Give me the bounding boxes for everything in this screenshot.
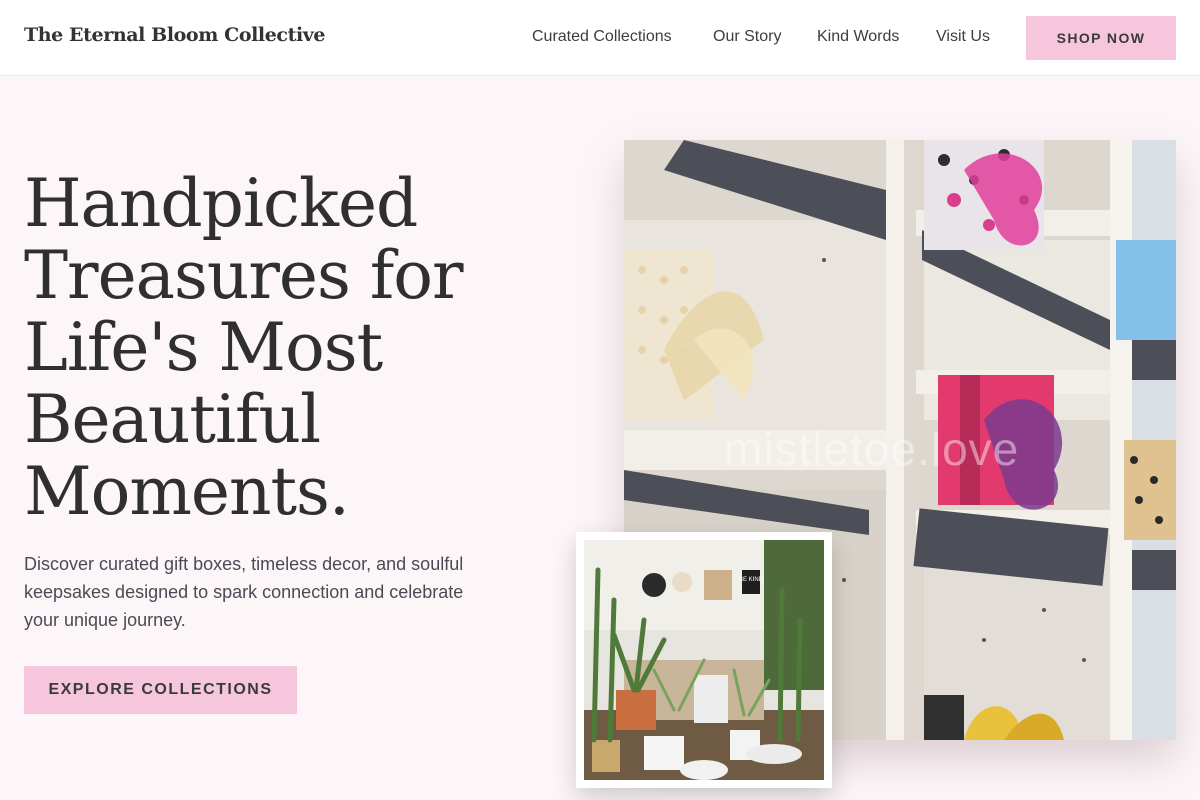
site-header: The Eternal Bloom Collective Curated Col… <box>0 0 1200 76</box>
hero-subtitle: Discover curated gift boxes, timeless de… <box>24 554 464 630</box>
be-kind-sign: BE KIND <box>739 577 764 583</box>
hero-title: Handpicked Treasures for Life's Most Bea… <box>24 165 464 530</box>
brand-logo-text[interactable]: The Eternal Bloom Collective <box>24 24 326 46</box>
nav-link-our-story[interactable]: Our Story <box>713 28 781 46</box>
shop-now-button[interactable]: SHOP NOW <box>1026 16 1176 60</box>
nav-link-kind-words[interactable]: Kind Words <box>817 28 899 46</box>
inset-photo-frame: BE KIND <box>576 532 832 788</box>
explore-collections-button[interactable]: EXPLORE COLLECTIONS <box>24 666 297 714</box>
nav-link-curated-collections[interactable]: Curated Collections <box>532 28 672 46</box>
photo-watermark: mistletoe.love <box>724 423 1020 475</box>
nav-link-visit-us[interactable]: Visit Us <box>936 28 990 46</box>
plant-shop-photo-illustration: BE KIND <box>584 540 824 780</box>
